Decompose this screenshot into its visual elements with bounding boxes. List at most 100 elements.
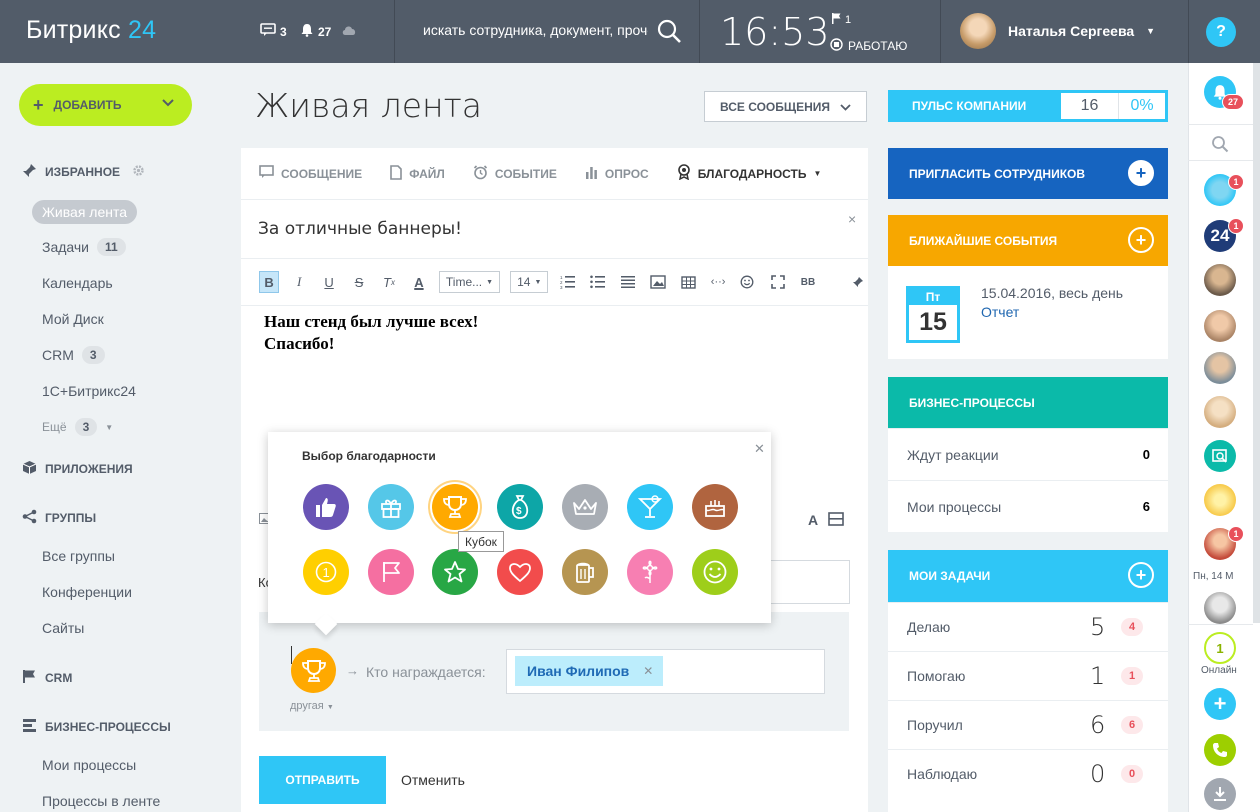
plus-icon[interactable]: + xyxy=(1128,227,1154,253)
list-item[interactable]: Делаю 5 4 xyxy=(888,602,1168,651)
favorites-section[interactable]: ИЗБРАННОЕ xyxy=(22,163,145,181)
gratitude-cup-icon[interactable] xyxy=(432,484,478,530)
gratitude-number-one-icon[interactable]: 1 xyxy=(303,549,349,595)
fullscreen-icon[interactable] xyxy=(768,271,788,293)
gratitude-crown-icon[interactable] xyxy=(562,484,608,530)
gratitude-heart-icon[interactable] xyxy=(497,549,543,595)
tab-file[interactable]: ФАЙЛ xyxy=(390,164,445,183)
clear-format-icon[interactable]: Tx xyxy=(379,271,399,293)
open-lines-icon[interactable] xyxy=(1204,440,1236,472)
bbcode-icon[interactable]: BB xyxy=(798,271,818,293)
bullet-list-icon[interactable] xyxy=(588,271,608,293)
ordered-list-icon[interactable]: 123 xyxy=(558,271,578,293)
table-icon[interactable] xyxy=(678,271,698,293)
gratitude-gift-icon[interactable] xyxy=(368,484,414,530)
messages-counter[interactable]: 3 xyxy=(260,23,287,40)
menu-item-more[interactable]: Ещё 3 ▼ xyxy=(42,418,113,436)
avatar[interactable] xyxy=(1204,310,1236,342)
list-item[interactable]: Помогаю 1 1 xyxy=(888,651,1168,700)
gratitude-cake-icon[interactable] xyxy=(692,484,738,530)
gratitude-money-icon[interactable]: $ xyxy=(497,484,543,530)
add-button[interactable]: + ДОБАВИТЬ xyxy=(19,84,192,126)
invite-card[interactable]: ПРИГЛАСИТЬ СОТРУДНИКОВ + xyxy=(888,148,1168,199)
online-counter[interactable]: 1 xyxy=(1204,632,1236,664)
strike-button[interactable]: S xyxy=(349,271,369,293)
gratitude-type-dropdown[interactable]: другая ▼ xyxy=(290,700,334,712)
logo[interactable]: Битрикс 24 xyxy=(26,16,156,45)
image-icon[interactable] xyxy=(648,271,668,293)
list-item[interactable]: Мои процессы 6 xyxy=(888,480,1168,532)
tab-event[interactable]: СОБЫТИЕ xyxy=(473,164,557,183)
user-menu[interactable]: Наталья Сергеева ▼ xyxy=(960,13,1155,49)
align-icon[interactable] xyxy=(618,271,638,293)
editor-content[interactable]: Наш стенд был лучше всех! Спасибо! xyxy=(264,311,478,355)
apps-section[interactable]: ПРИЛОЖЕНИЯ xyxy=(22,460,133,478)
tab-message[interactable]: СООБЩЕНИЕ xyxy=(259,165,362,182)
flag-counter[interactable]: 1 xyxy=(832,13,851,27)
menu-item-sites[interactable]: Сайты xyxy=(42,620,84,636)
panel-icon[interactable] xyxy=(828,512,844,529)
gratitude-flower-icon[interactable] xyxy=(627,549,673,595)
menu-item-tasks[interactable]: Задачи 11 xyxy=(42,238,126,256)
clock[interactable]: 16:53 xyxy=(720,10,830,54)
tab-poll[interactable]: ОПРОС xyxy=(585,166,649,182)
awardee-tag[interactable]: Иван Филипов ✕ xyxy=(515,656,664,686)
gratitude-drink-icon[interactable] xyxy=(627,484,673,530)
gear-icon[interactable] xyxy=(132,164,145,180)
add-chat-button[interactable]: + xyxy=(1204,688,1236,720)
menu-item-feed-processes[interactable]: Процессы в ленте xyxy=(42,793,160,809)
font-family-select[interactable]: Time... ▼ xyxy=(438,271,501,293)
work-status[interactable]: РАБОТАЮ xyxy=(830,38,907,54)
scrollbar[interactable] xyxy=(1253,63,1260,623)
list-item[interactable]: Поручил 6 6 xyxy=(888,700,1168,749)
gratitude-like-icon[interactable] xyxy=(303,484,349,530)
cancel-button[interactable]: Отменить xyxy=(401,772,465,788)
notifications-counter[interactable]: 27 xyxy=(300,23,357,40)
menu-item-conferences[interactable]: Конференции xyxy=(42,584,132,600)
event-link[interactable]: Отчет xyxy=(981,304,1019,320)
gratitude-smile-icon[interactable] xyxy=(692,549,738,595)
close-icon[interactable]: ✕ xyxy=(754,441,765,457)
avatar[interactable] xyxy=(1204,592,1236,624)
avatar[interactable] xyxy=(1204,264,1236,296)
trophy-icon[interactable] xyxy=(291,648,336,693)
gratitude-beer-icon[interactable] xyxy=(562,549,608,595)
gratitude-flag-icon[interactable] xyxy=(368,549,414,595)
remove-icon[interactable]: ✕ xyxy=(643,664,653,678)
text-format-icon[interactable]: A xyxy=(808,512,818,529)
download-icon[interactable] xyxy=(1204,778,1236,810)
plus-icon[interactable]: + xyxy=(1128,160,1154,186)
subject-input[interactable]: За отличные баннеры! xyxy=(258,219,462,239)
groups-section[interactable]: ГРУППЫ xyxy=(22,509,96,527)
recipients-field[interactable] xyxy=(760,560,850,604)
crm-section[interactable]: CRM xyxy=(22,669,72,687)
menu-item-live-feed[interactable]: Живая лента xyxy=(32,200,138,224)
italic-button[interactable]: I xyxy=(289,271,309,293)
filter-dropdown[interactable]: ВСЕ СООБЩЕНИЯ xyxy=(704,91,867,122)
bold-button[interactable]: B xyxy=(259,271,280,293)
search-input[interactable]: искать сотрудника, документ, прочее xyxy=(423,22,648,38)
gratitude-star-icon[interactable] xyxy=(432,549,478,595)
list-item[interactable]: Наблюдаю 0 0 xyxy=(888,749,1168,798)
avatar[interactable] xyxy=(1204,484,1236,516)
send-button[interactable]: ОТПРАВИТЬ xyxy=(259,756,386,804)
menu-item-my-processes[interactable]: Мои процессы xyxy=(42,757,136,773)
phone-icon[interactable] xyxy=(1204,734,1236,766)
font-color-icon[interactable]: A xyxy=(409,271,429,293)
menu-item-calendar[interactable]: Календарь xyxy=(42,275,113,291)
search-icon[interactable] xyxy=(1211,135,1229,158)
font-size-select[interactable]: 14 ▼ xyxy=(510,271,549,293)
avatar[interactable] xyxy=(1204,352,1236,384)
menu-item-crm[interactable]: CRM 3 xyxy=(42,346,105,364)
tab-gratitude[interactable]: БЛАГОДАРНОСТЬ ▼ xyxy=(677,164,821,183)
bp-section[interactable]: БИЗНЕС-ПРОЦЕССЫ xyxy=(22,718,171,736)
menu-item-all-groups[interactable]: Все группы xyxy=(42,548,115,564)
close-icon[interactable]: × xyxy=(848,211,856,227)
pin-icon[interactable] xyxy=(848,271,868,293)
menu-item-1c[interactable]: 1С+Битрикс24 xyxy=(42,383,136,399)
code-icon[interactable]: ‹··› xyxy=(708,271,728,293)
help-button[interactable]: ? xyxy=(1206,17,1236,47)
smile-icon[interactable] xyxy=(738,271,758,293)
search-icon[interactable] xyxy=(656,18,682,49)
plus-icon[interactable]: + xyxy=(1128,562,1154,588)
